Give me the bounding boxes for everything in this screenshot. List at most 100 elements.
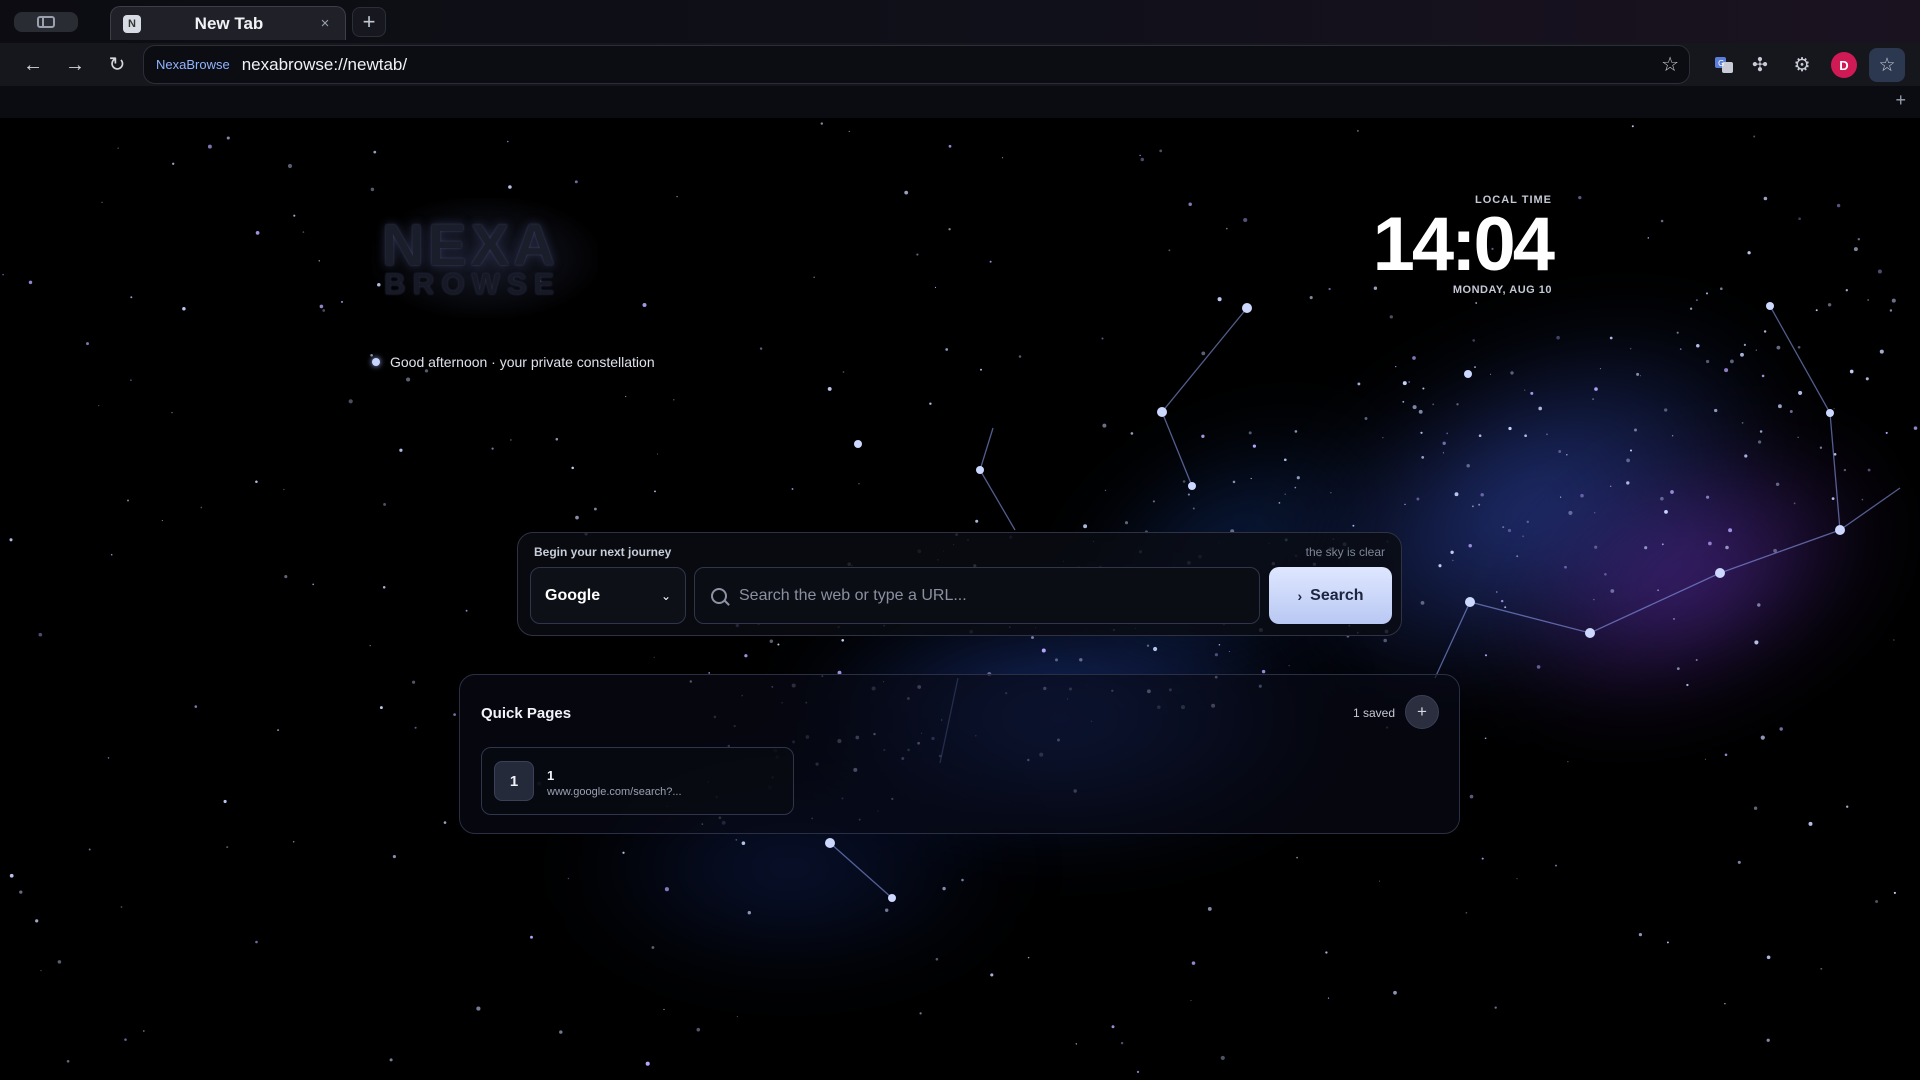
star: [575, 515, 579, 520]
star: [1660, 496, 1664, 501]
star: [1502, 526, 1505, 529]
star: [226, 846, 229, 849]
star: [1558, 450, 1562, 453]
star: [379, 706, 383, 710]
star: [1875, 900, 1879, 903]
search-engine-select[interactable]: Google ⌄: [530, 567, 686, 624]
star: [1182, 480, 1186, 483]
address-bar[interactable]: NexaBrowse nexabrowse://newtab/ ☆: [143, 45, 1690, 84]
star: [1705, 292, 1709, 295]
star: [1232, 480, 1236, 484]
star: [120, 906, 123, 908]
star: [1357, 130, 1359, 132]
search-field[interactable]: [694, 567, 1260, 624]
star: [284, 575, 288, 579]
tab-new-tab[interactable]: N New Tab ×: [110, 6, 346, 40]
star: [1777, 404, 1782, 409]
star: [38, 632, 43, 637]
profile-button[interactable]: D: [1829, 50, 1859, 80]
star: [1831, 497, 1835, 500]
star: [848, 130, 850, 132]
star: [127, 499, 129, 502]
star: [1724, 1003, 1726, 1005]
extensions-puzzle-icon[interactable]: ✣: [1745, 50, 1775, 80]
back-arrow-icon[interactable]: ←: [18, 50, 48, 80]
star: [1402, 400, 1405, 403]
star: [1357, 382, 1361, 386]
star: [1490, 373, 1492, 375]
star: [98, 404, 100, 407]
add-quick-page-button[interactable]: +: [1405, 695, 1439, 729]
star: [35, 919, 39, 923]
quick-pages-panel: Quick Pages 1 saved + 1 1 www.google.com…: [459, 674, 1460, 834]
star: [1819, 446, 1823, 449]
star: [1730, 359, 1734, 364]
star: [1714, 408, 1718, 413]
bookmark-star-icon[interactable]: ☆: [1661, 52, 1679, 77]
star: [1524, 434, 1527, 438]
star: [110, 553, 113, 556]
star: [1644, 546, 1648, 550]
star: [1480, 493, 1484, 497]
star: [1724, 753, 1728, 757]
sidebar-toggle-button[interactable]: [14, 12, 78, 32]
star: [1708, 541, 1712, 546]
star: [664, 887, 669, 892]
star: [1075, 1043, 1077, 1045]
star: [1146, 644, 1150, 647]
star: [1190, 999, 1192, 1001]
star: [1124, 521, 1129, 525]
star: [1041, 648, 1046, 653]
star: [1743, 343, 1746, 346]
star: [1504, 606, 1507, 609]
star: [1719, 287, 1723, 291]
search-input[interactable]: [739, 586, 1243, 605]
greeting: Good afternoon · your private constellat…: [372, 354, 655, 370]
star: [858, 483, 860, 485]
star: [673, 399, 675, 401]
star: [1604, 572, 1607, 576]
translate-icon[interactable]: G: [1709, 50, 1739, 80]
star: [1027, 956, 1030, 959]
star: [1753, 135, 1756, 138]
star: [1472, 339, 1476, 342]
tab-favicon-icon: N: [123, 14, 141, 33]
star: [1296, 856, 1298, 859]
star: [370, 187, 375, 192]
star: [1101, 337, 1104, 340]
star: [744, 654, 748, 658]
star: [1836, 203, 1841, 208]
star: [1296, 476, 1300, 480]
star: [1636, 372, 1640, 376]
star: [1168, 249, 1171, 252]
tab-close-icon[interactable]: ×: [317, 15, 333, 32]
add-bookmark-icon[interactable]: +: [1895, 90, 1906, 111]
star: [574, 180, 578, 184]
address-url[interactable]: nexabrowse://newtab/: [242, 55, 1661, 75]
star: [1609, 336, 1613, 340]
forward-arrow-icon[interactable]: →: [60, 50, 90, 80]
star: [130, 296, 133, 299]
star: [1867, 468, 1871, 472]
reload-icon[interactable]: ↻: [102, 50, 132, 80]
search-button[interactable]: › Search: [1269, 567, 1392, 624]
favorites-star-icon[interactable]: ☆: [1869, 48, 1905, 82]
star: [1152, 500, 1155, 503]
quick-page-card[interactable]: 1 1 www.google.com/search?...: [481, 747, 794, 815]
star: [1761, 374, 1765, 378]
star: [1626, 458, 1630, 463]
star: [1382, 437, 1384, 439]
star: [1002, 157, 1004, 159]
star: [1191, 961, 1196, 965]
star: [1412, 405, 1417, 410]
star: [622, 851, 625, 854]
star: [1218, 643, 1221, 646]
settings-gear-icon[interactable]: ⚙: [1787, 50, 1817, 80]
new-tab-button[interactable]: +: [352, 7, 386, 37]
star: [182, 307, 186, 311]
star: [1207, 906, 1212, 911]
browser-toolbar: ← → ↻ NexaBrowse nexabrowse://newtab/ ☆ …: [0, 43, 1920, 86]
star: [1695, 658, 1698, 662]
star: [283, 488, 285, 491]
site-identity-badge[interactable]: NexaBrowse: [156, 57, 230, 72]
